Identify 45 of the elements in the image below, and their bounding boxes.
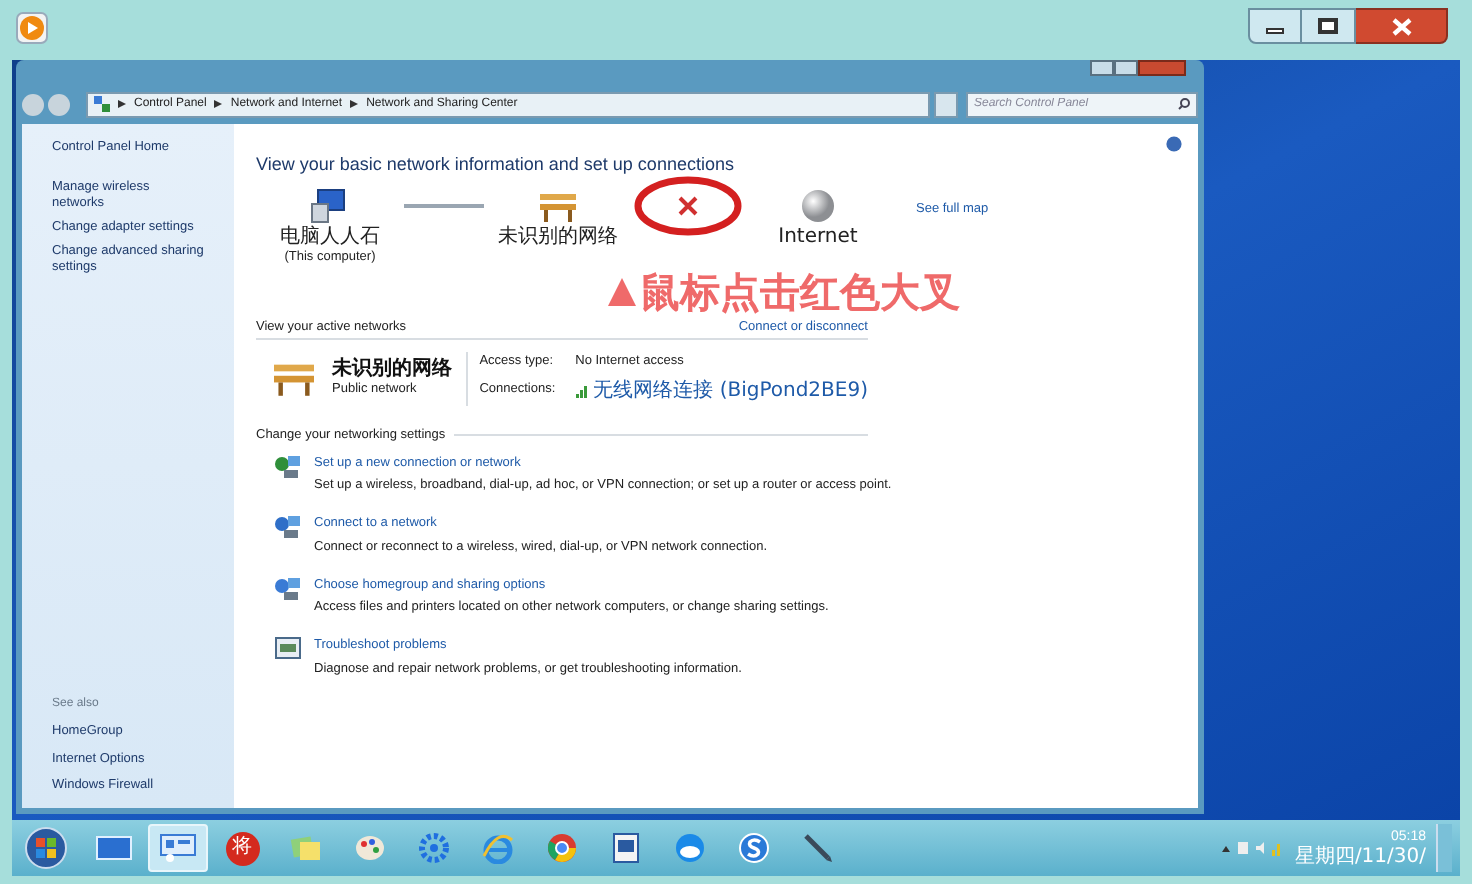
network-map-label: 未识别的网络 [498, 227, 618, 247]
network-icon [274, 514, 302, 540]
start-button[interactable] [24, 826, 68, 870]
globe-icon [800, 187, 836, 223]
network-icon [94, 96, 110, 112]
page-heading: View your basic network information and set up connections [256, 152, 736, 178]
network-icon [274, 575, 302, 601]
monitor-icon [96, 836, 132, 860]
network-icon [274, 453, 302, 479]
clock-date: 星期四/11/30/ [1294, 846, 1426, 868]
close-icon [1391, 17, 1411, 35]
taskbar-app-button[interactable] [148, 824, 208, 872]
cloud-icon [674, 832, 706, 864]
chevron-icon [118, 100, 126, 108]
pen-icon [802, 832, 834, 864]
triangle-annotation [608, 278, 636, 307]
browser-icon [546, 832, 578, 864]
gear-icon [418, 832, 450, 864]
notes-icon [290, 834, 322, 862]
network-name: 未识别的网络 [332, 358, 452, 380]
close-button[interactable] [1356, 8, 1448, 44]
connection-link[interactable]: 无线网络连接 (BigPond2BE9) [593, 375, 868, 406]
circle-annotation [634, 175, 742, 235]
maximize-button[interactable] [1302, 8, 1356, 44]
tray-icons [1220, 840, 1285, 856]
network-map-label: Internet [778, 227, 858, 247]
network-map-label: 电脑人人石 [280, 227, 380, 247]
taskbar-app-button[interactable]: 将 [212, 824, 272, 872]
chevron-icon [350, 100, 359, 108]
chevron-icon [214, 100, 223, 108]
palette-icon [354, 834, 386, 862]
annotation-text: 鼠标点击红色大叉 [640, 270, 960, 315]
monitor-icon [274, 636, 302, 660]
control-panel-icon [160, 834, 196, 862]
minimize-button[interactable] [1248, 8, 1302, 44]
play-icon [16, 12, 48, 44]
broken-link-icon[interactable] [678, 195, 698, 215]
search-icon [1178, 98, 1190, 110]
document-icon [610, 832, 642, 864]
signal-icon [575, 383, 590, 398]
app-glyph-icon: 将 [225, 831, 259, 865]
computer-icon [310, 187, 350, 223]
help-icon [1166, 136, 1182, 152]
browser-e-icon [482, 832, 514, 864]
s-logo-icon [738, 832, 770, 864]
